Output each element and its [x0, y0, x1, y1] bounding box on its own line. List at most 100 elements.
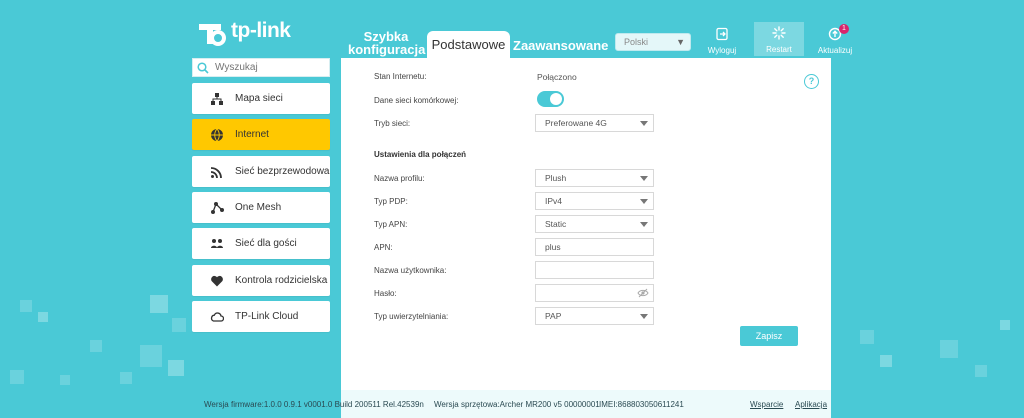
sidebar-item-internet[interactable]: Internet — [192, 119, 330, 150]
decor-square — [38, 312, 48, 322]
toggle-knob — [550, 93, 562, 105]
wifi-icon — [209, 164, 225, 180]
sidebar-item-label: Internet — [235, 129, 269, 140]
firmware-version: Wersja firmware:1.0.0 0.9.1 v0001.0 Buil… — [204, 400, 424, 409]
dropdown-arrow-icon — [640, 314, 648, 319]
apn-label: APN: — [374, 243, 393, 252]
profile-name-select[interactable]: Plush — [535, 169, 654, 187]
pdp-type-value: IPv4 — [545, 196, 563, 206]
sidebar-item-one-mesh[interactable]: One Mesh — [192, 192, 330, 223]
mobile-data-toggle[interactable] — [537, 91, 564, 107]
sidebar-item-label: Mapa sieci — [235, 93, 283, 104]
tp-link-logo: tp-link — [193, 14, 291, 48]
decor-square — [150, 295, 168, 313]
guests-icon — [209, 236, 225, 252]
sidebar-item-label: One Mesh — [235, 202, 282, 213]
sidebar-item-label: Kontrola rodzicielska — [235, 275, 328, 286]
decor-square — [860, 330, 874, 344]
footer: Wersja firmware:1.0.0 0.9.1 v0001.0 Buil… — [0, 390, 1024, 418]
section-title: Ustawienia dla połączeń — [374, 150, 467, 159]
tab-quick-setup[interactable]: Szybka konfiguracja — [348, 30, 425, 56]
decor-square — [975, 365, 987, 377]
auth-type-select[interactable]: PAP — [535, 307, 654, 325]
search-input[interactable] — [213, 61, 327, 74]
cloud-icon — [209, 309, 225, 325]
pdp-type-select[interactable]: IPv4 — [535, 192, 654, 210]
dropdown-arrow-icon — [640, 176, 648, 181]
dropdown-arrow-icon — [640, 222, 648, 227]
dropdown-arrow-icon — [640, 121, 648, 126]
save-button[interactable]: Zapisz — [740, 326, 798, 346]
decor-square — [140, 345, 162, 367]
sidebar-item-parental-control[interactable]: Kontrola rodzicielska — [192, 265, 330, 296]
restart-icon — [754, 26, 804, 43]
decor-square — [120, 372, 132, 384]
apn-input[interactable]: plus — [535, 238, 654, 256]
update-button[interactable]: 1 Aktualizuj — [815, 24, 855, 55]
decor-square — [172, 318, 186, 332]
app-link[interactable]: Aplikacja — [795, 400, 827, 409]
profile-name-value: Plush — [545, 173, 567, 183]
sidebar-item-label: Sieć bezprzewodowa — [235, 166, 330, 177]
chevron-down-icon: ▼ — [676, 37, 685, 47]
apn-type-label: Typ APN: — [374, 220, 408, 229]
search-icon — [197, 61, 209, 74]
pdp-type-label: Typ PDP: — [374, 197, 408, 206]
internet-status-label: Stan Internetu: — [374, 72, 427, 81]
help-icon[interactable]: ? — [804, 74, 819, 89]
network-map-icon — [209, 91, 225, 107]
decor-square — [168, 360, 184, 376]
network-mode-select[interactable]: Preferowane 4G — [535, 114, 654, 132]
sidebar-item-wireless[interactable]: Sieć bezprzewodowa — [192, 156, 330, 187]
network-mode-label: Tryb sieci: — [374, 119, 411, 128]
sidebar-item-network-map[interactable]: Mapa sieci — [192, 83, 330, 114]
decor-square — [1000, 320, 1010, 330]
sidebar-item-label: Sieć dla gości — [235, 238, 297, 249]
sidebar-item-label: TP-Link Cloud — [235, 311, 299, 322]
imei: IMEI:868803050611241 — [599, 400, 684, 409]
tab-advanced[interactable]: Zaawansowane — [513, 38, 608, 53]
language-value: Polski — [624, 37, 649, 47]
heart-icon — [209, 273, 225, 289]
update-label: Aktualizuj — [817, 46, 853, 55]
restart-label: Restart — [766, 45, 792, 54]
decor-square — [880, 355, 892, 367]
mesh-icon — [209, 200, 225, 216]
eye-hidden-icon[interactable] — [637, 287, 649, 299]
apn-value: plus — [545, 242, 561, 252]
decor-square — [10, 370, 24, 384]
decor-square — [940, 340, 958, 358]
tab-basic[interactable]: Podstawowe — [427, 31, 510, 58]
globe-icon — [209, 127, 225, 143]
decor-square — [60, 375, 70, 385]
password-label: Hasło: — [374, 289, 397, 298]
update-icon — [815, 27, 855, 44]
support-link[interactable]: Wsparcie — [750, 400, 783, 409]
hardware-version: Wersja sprzętowa:Archer MR200 v5 0000000… — [434, 400, 600, 409]
internet-settings-panel: ? Stan Internetu: Połączono Dane sieci k… — [341, 58, 831, 390]
auth-type-label: Typ uwierzytelniania: — [374, 312, 449, 321]
dropdown-arrow-icon — [640, 199, 648, 204]
update-badge: 1 — [839, 24, 849, 34]
brand-name: tp-link — [231, 19, 291, 42]
search-box[interactable] — [192, 58, 330, 77]
decor-square — [90, 340, 102, 352]
mobile-data-label: Dane sieci komórkowej: — [374, 96, 459, 105]
sidebar-item-guest-network[interactable]: Sieć dla gości — [192, 228, 330, 259]
apn-type-value: Static — [545, 219, 567, 229]
decor-square — [20, 300, 32, 312]
internet-status-value: Połączono — [537, 72, 577, 82]
logout-button[interactable]: Wyloguj — [702, 27, 742, 55]
username-label: Nazwa użytkownika: — [374, 266, 447, 275]
profile-name-label: Nazwa profilu: — [374, 174, 425, 183]
language-select[interactable]: Polski ▼ — [615, 33, 691, 51]
sidebar-item-tp-link-cloud[interactable]: TP-Link Cloud — [192, 301, 330, 332]
username-input[interactable] — [535, 261, 654, 279]
restart-button[interactable]: Restart — [754, 22, 804, 56]
logout-icon — [702, 27, 742, 44]
apn-type-select[interactable]: Static — [535, 215, 654, 233]
auth-type-value: PAP — [545, 311, 562, 321]
tp-link-logo-icon — [199, 24, 226, 46]
password-input[interactable] — [535, 284, 654, 302]
network-mode-value: Preferowane 4G — [545, 118, 607, 128]
